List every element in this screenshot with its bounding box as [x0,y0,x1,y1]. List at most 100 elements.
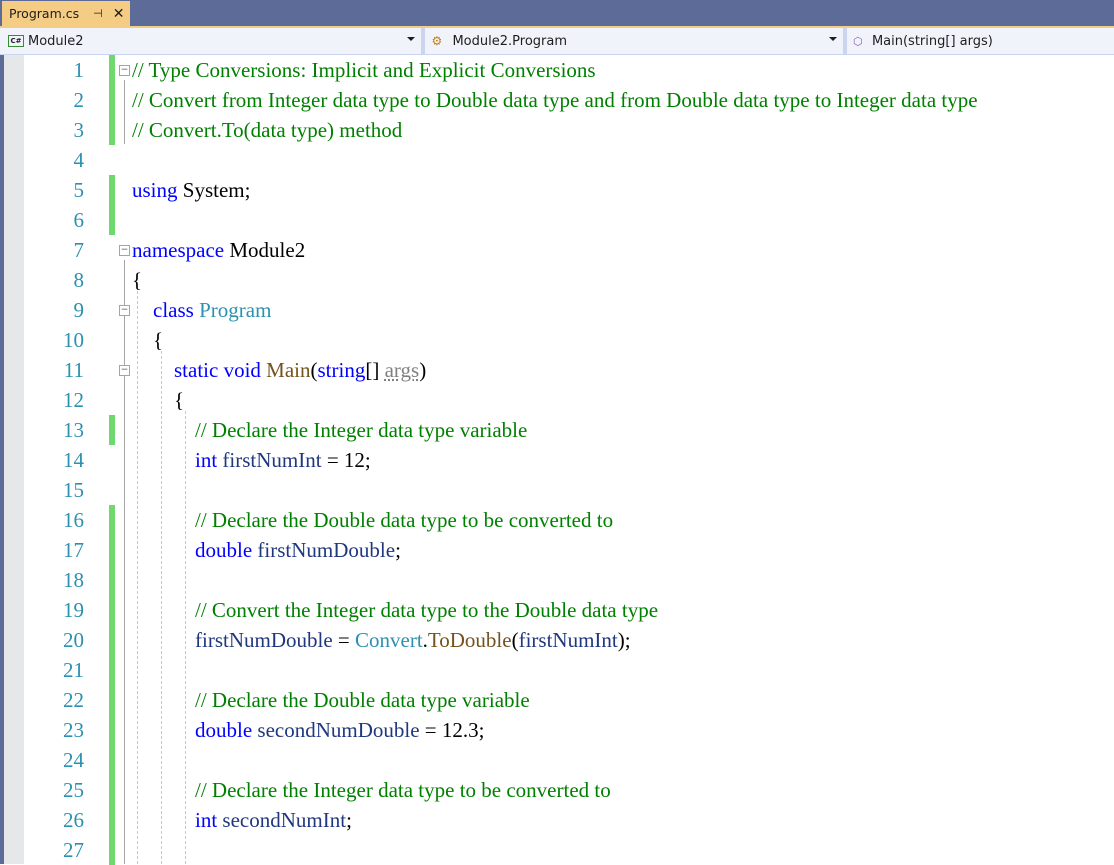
project-dropdown[interactable]: C# Module2 [0,28,421,54]
code-token: double [195,718,253,742]
tab-program-cs[interactable]: Program.cs ⊣ ✕ [2,1,131,26]
code-text: // Convert.To(data type) method [132,115,402,145]
code-editor[interactable]: 1−// Type Conversions: Implicit and Expl… [0,55,1114,865]
code-line[interactable]: 10 { [0,325,1114,355]
code-token: class [153,298,194,322]
code-token: ) [419,358,427,382]
code-token: { [132,268,143,292]
code-line[interactable]: 14 int firstNumInt = 12; [0,445,1114,475]
line-number: 25 [63,778,84,802]
member-dropdown-label: Main(string[] args) [871,33,993,49]
change-indicator [109,505,115,535]
code-line[interactable]: 24 [0,745,1114,775]
code-token: Program [199,298,272,322]
change-indicator [109,595,115,625]
code-token: = [332,628,355,652]
code-line[interactable]: 6 [0,205,1114,235]
code-line[interactable]: 15 [0,475,1114,505]
code-token: = 12.3; [419,718,485,742]
code-token: System; [177,178,251,202]
code-line[interactable]: 23 double secondNumDouble = 12.3; [0,715,1114,745]
collapse-icon[interactable]: − [119,245,130,256]
line-number: 21 [63,658,84,682]
line-number: 24 [63,748,84,772]
chevron-down-icon[interactable] [828,37,837,41]
type-dropdown-label: Module2.Program [452,33,567,49]
code-token: // Declare the Integer data type to be c… [195,778,611,802]
code-line[interactable]: 27 [0,835,1114,865]
change-indicator [109,745,115,775]
code-line[interactable]: 19 // Convert the Integer data type to t… [0,595,1114,625]
line-number: 11 [63,358,84,382]
code-line[interactable]: 7 − namespace Module2 [0,235,1114,265]
code-text: firstNumDouble = Convert.ToDouble(firstN… [132,625,631,655]
code-line[interactable]: 11 − static void Main(string[] args) [0,355,1114,385]
line-number: 9 [73,298,85,322]
code-line[interactable]: 8{ [0,265,1114,295]
code-text: // Declare the Double data type to be co… [132,505,613,535]
change-indicator [109,655,115,685]
change-indicator [109,715,115,745]
code-line[interactable]: 2 // Convert from Integer data type to Do… [0,85,1114,115]
code-line[interactable]: 12 { [0,385,1114,415]
pin-icon[interactable]: ⊣ [93,7,103,20]
code-line[interactable]: 3 // Convert.To(data type) method [0,115,1114,145]
code-line[interactable]: 1 −// Type Conversions: Implicit and Expl… [0,55,1114,85]
change-indicator [109,535,115,565]
close-icon[interactable]: ✕ [113,6,125,22]
code-token: Module2 [224,238,306,262]
code-token: ; [395,538,401,562]
code-text: // Declare the Integer data type variabl… [132,415,527,445]
line-number: 6 [73,208,85,232]
code-token: secondNumInt [222,808,347,832]
code-line[interactable]: 9 − class Program [0,295,1114,325]
line-number: 8 [73,268,85,292]
code-token: double [195,538,253,562]
code-line[interactable]: 26 int secondNumInt; [0,805,1114,835]
code-token: namespace [132,238,225,262]
code-line[interactable]: 21 [0,655,1114,685]
type-dropdown[interactable]: ⚙ Module2.Program [425,28,843,54]
change-indicator [109,625,115,655]
collapse-icon[interactable]: − [119,65,130,76]
code-token: ( [310,358,318,382]
line-number: 23 [63,718,84,742]
collapse-icon[interactable]: − [119,365,130,376]
code-text: // Type Conversions: Implicit and Explic… [132,55,596,85]
code-line[interactable]: 17 double firstNumDouble; [0,535,1114,565]
code-line[interactable]: 22 // Declare the Double data type varia… [0,685,1114,715]
change-indicator [109,205,115,235]
code-text: // Declare the Integer data type to be c… [132,775,611,805]
member-dropdown[interactable]: ⬡ Main(string[] args) [847,28,1114,54]
line-number: 5 [73,178,85,202]
code-line[interactable]: 5 using System; [0,175,1114,205]
code-token: secondNumDouble [257,718,420,742]
collapse-icon[interactable]: − [119,305,130,316]
code-line[interactable]: 20 firstNumDouble = Convert.ToDouble(fir… [0,625,1114,655]
code-line[interactable]: 16 // Declare the Double data type to be… [0,505,1114,535]
code-text: { [132,385,184,415]
line-number: 13 [63,418,84,442]
navigation-bar: C# Module2 ⚙ Module2.Program ⬡ Main(stri… [0,28,1114,55]
change-indicator [109,835,115,865]
code-line[interactable]: 13 // Declare the Integer data type vari… [0,415,1114,445]
code-token: static [174,358,219,382]
code-token: ( [511,628,519,652]
line-number: 14 [63,448,84,472]
line-number: 7 [73,238,85,262]
code-text: double firstNumDouble; [132,535,401,565]
chevron-down-icon[interactable] [407,37,416,41]
code-line[interactable]: 18 [0,565,1114,595]
code-line[interactable]: 4 [0,145,1114,175]
code-token: // Declare the Double data type to be co… [195,508,614,532]
code-line[interactable]: 25 // Declare the Integer data type to b… [0,775,1114,805]
line-number: 20 [63,628,84,652]
